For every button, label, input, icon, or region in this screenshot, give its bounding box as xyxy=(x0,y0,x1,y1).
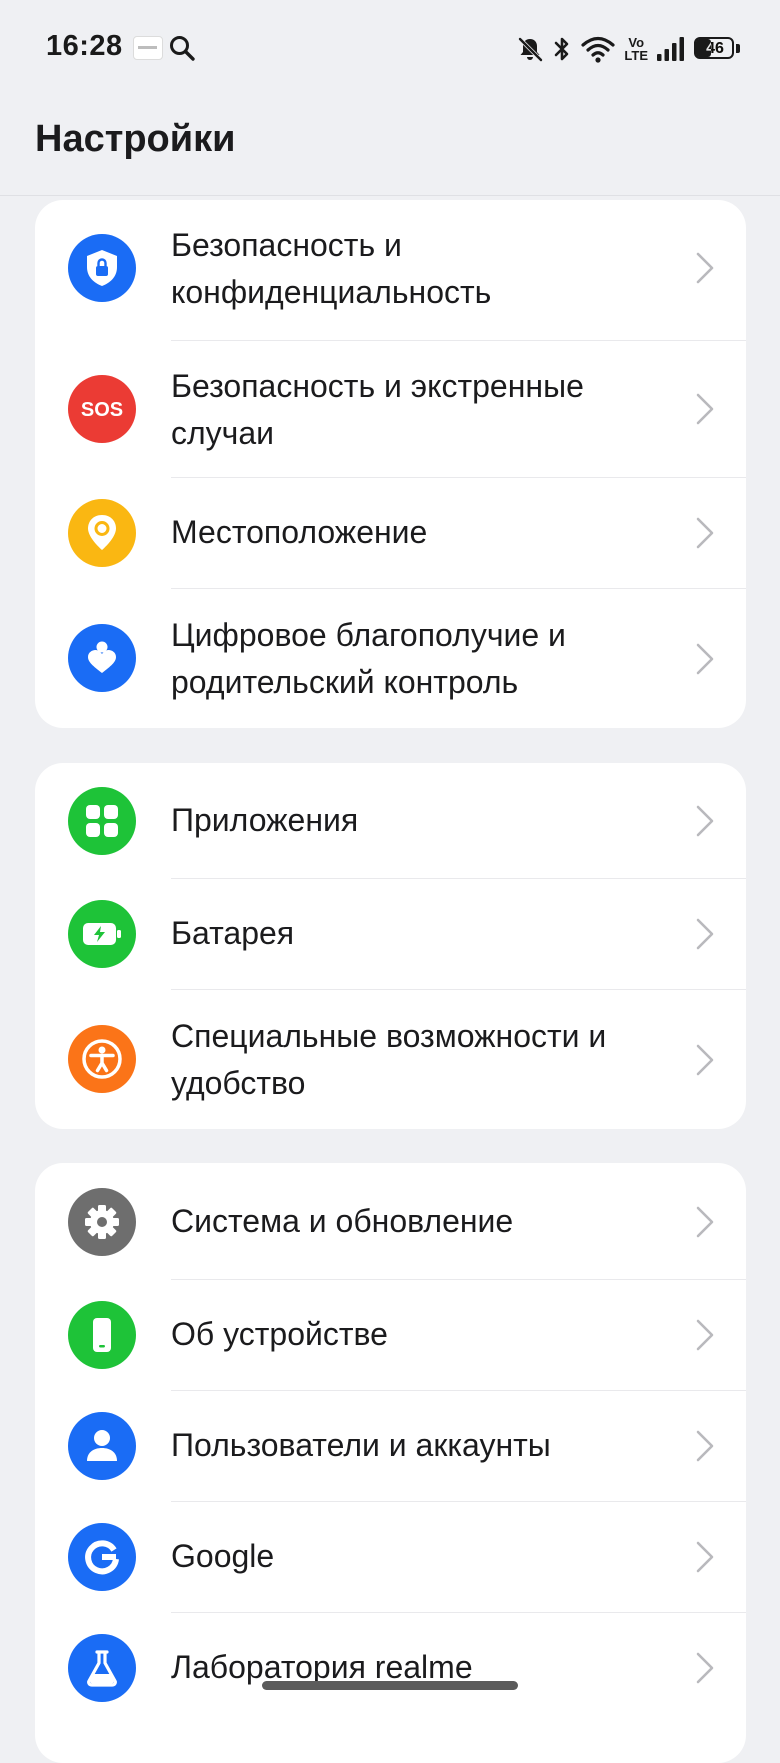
bell-off-icon xyxy=(518,37,543,62)
search-icon xyxy=(170,36,195,61)
status-bar: 16:28 Vo LTE 46 xyxy=(0,0,780,96)
chevron-right-icon xyxy=(696,1044,714,1076)
settings-item-label: Цифровое благополучие и родительский кон… xyxy=(171,617,566,700)
header-divider xyxy=(0,195,780,196)
settings-item-about-device[interactable]: Об устройстве xyxy=(35,1280,746,1390)
battery-percent: 46 xyxy=(706,40,724,57)
settings-item-label: Местоположение xyxy=(171,514,428,550)
status-icons: Vo LTE 46 xyxy=(516,32,740,66)
settings-item-apps[interactable]: Приложения xyxy=(35,763,746,878)
chevron-right-icon xyxy=(696,1430,714,1462)
lab-flask-icon xyxy=(68,1634,136,1702)
settings-item-label: Об устройстве xyxy=(171,1316,388,1352)
app-notification-icon xyxy=(133,36,163,60)
settings-group-system: Система и обновление Об устройстве Польз… xyxy=(35,1163,746,1763)
chevron-right-icon xyxy=(696,393,714,425)
settings-item-realme-lab[interactable]: Лаборатория realme xyxy=(35,1613,746,1723)
bluetooth-icon xyxy=(555,37,569,61)
battery-icon: 46 xyxy=(694,37,740,61)
chevron-right-icon xyxy=(696,1541,714,1573)
user-icon xyxy=(68,1412,136,1480)
status-time: 16:28 xyxy=(46,30,123,62)
settings-item-google[interactable]: Google xyxy=(35,1502,746,1612)
settings-item-label: Безопасность и конфиденциальность xyxy=(171,227,492,310)
chevron-right-icon xyxy=(696,517,714,549)
sos-icon: SOS xyxy=(68,375,136,443)
settings-item-accessibility[interactable]: Специальные возможности и удобство xyxy=(35,990,746,1129)
settings-item-users-accounts[interactable]: Пользователи и аккаунты xyxy=(35,1391,746,1501)
chevron-right-icon xyxy=(696,643,714,675)
chevron-right-icon xyxy=(696,1319,714,1351)
settings-item-digital-wellbeing[interactable]: Цифровое благополучие и родительский кон… xyxy=(35,589,746,728)
phone-icon xyxy=(68,1301,136,1369)
settings-item-privacy[interactable]: Безопасность и конфиденциальность xyxy=(35,200,746,336)
shield-lock-icon xyxy=(68,234,136,302)
chevron-right-icon xyxy=(696,1652,714,1684)
google-icon xyxy=(68,1523,136,1591)
settings-group-apps: Приложения Батарея Специальные возможнос… xyxy=(35,763,746,1129)
settings-item-label: Google xyxy=(171,1538,275,1574)
settings-group-privacy: Безопасность и конфиденциальность SOS Бе… xyxy=(35,200,746,728)
battery-charging-icon xyxy=(68,900,136,968)
settings-item-label: Система и обновление xyxy=(171,1203,514,1239)
chevron-right-icon xyxy=(696,1206,714,1238)
settings-item-label: Пользователи и аккаунты xyxy=(171,1427,551,1463)
settings-item-emergency[interactable]: SOS Безопасность и экстренные случаи xyxy=(35,341,746,477)
settings-item-label: Батарея xyxy=(171,915,295,951)
heart-person-icon xyxy=(68,624,136,692)
chevron-right-icon xyxy=(696,918,714,950)
apps-grid-icon xyxy=(68,787,136,855)
settings-item-location[interactable]: Местоположение xyxy=(35,478,746,588)
page-title: Настройки xyxy=(35,118,236,160)
chevron-right-icon xyxy=(696,805,714,837)
wifi-icon xyxy=(581,36,616,63)
settings-item-label: Приложения xyxy=(171,802,359,838)
settings-item-label: Безопасность и экстренные случаи xyxy=(171,368,584,451)
location-pin-icon xyxy=(68,499,136,567)
svg-text:SOS: SOS xyxy=(81,399,123,421)
settings-item-battery[interactable]: Батарея xyxy=(35,879,746,989)
gear-icon xyxy=(68,1188,136,1256)
gesture-nav-handle[interactable] xyxy=(262,1681,518,1690)
settings-item-system[interactable]: Система и обновление xyxy=(35,1163,746,1279)
accessibility-icon xyxy=(68,1025,136,1093)
chevron-right-icon xyxy=(696,252,714,284)
signal-icon xyxy=(657,37,684,61)
volte-icon: Vo LTE xyxy=(624,35,648,63)
settings-item-label: Специальные возможности и удобство xyxy=(171,1018,607,1101)
